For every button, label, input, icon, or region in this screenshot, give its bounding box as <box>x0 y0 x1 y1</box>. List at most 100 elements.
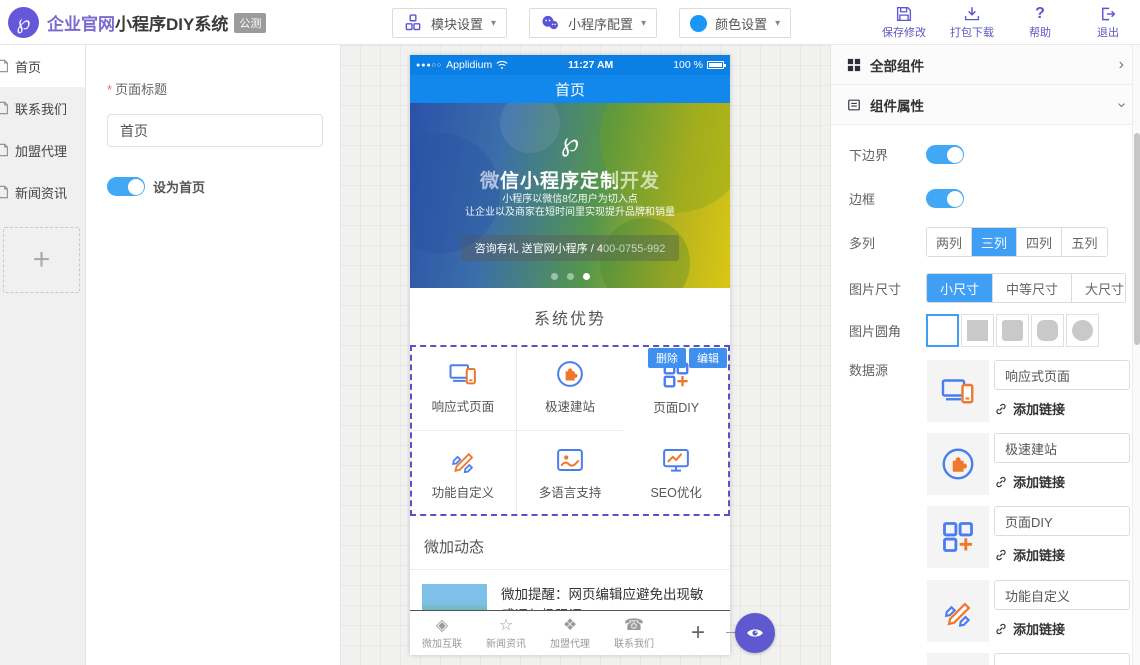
radius-option-4[interactable] <box>1066 314 1099 347</box>
page-settings-panel: *页面标题 设为首页 <box>87 45 340 665</box>
feature-cell-custom[interactable]: 功能自定义 <box>410 431 517 517</box>
preview-eye-button[interactable] <box>735 613 775 653</box>
module-settings-button[interactable]: 模块设置 ▾ <box>392 8 507 38</box>
tab-contact[interactable]: ☎ 联系我们 <box>602 611 666 655</box>
caret-down-icon: ▾ <box>775 18 780 29</box>
wifi-icon <box>496 60 508 70</box>
download-button[interactable]: 打包下载 <box>946 5 998 40</box>
radius-option-1[interactable] <box>961 314 994 347</box>
banner-slide[interactable]: ℘ 微信小程序定制开发 小程序以微信8亿用户为切入点 让企业以及商家在短时间里实… <box>410 103 730 288</box>
feature-cell-responsive[interactable]: 响应式页面 <box>410 345 517 431</box>
columns-option-3-selected[interactable]: 三列 <box>972 228 1017 256</box>
app-header: ℘ 企业官网小程序DIY系统公测 模块设置 ▾ 小程序配置 ▾ 颜色设置 ▾ 保… <box>0 0 1140 45</box>
size-option-large[interactable]: 大尺寸 <box>1072 274 1126 302</box>
add-link-button[interactable]: 添加链接 <box>994 472 1130 491</box>
datasource-title-input[interactable] <box>994 506 1130 536</box>
radius-option-2[interactable] <box>996 314 1029 347</box>
border-toggle[interactable] <box>926 189 964 208</box>
pagination-dot-active[interactable] <box>583 273 590 280</box>
sidebar-item-agency[interactable]: 加盟代理 <box>0 129 85 171</box>
custom-function-icon <box>448 445 478 475</box>
phone-status-bar: ●●●○○ Applidium 11:27 AM 100 % <box>410 55 730 75</box>
exit-button[interactable]: 退出 <box>1082 5 1134 40</box>
add-page-button[interactable]: + <box>3 227 80 293</box>
size-option-medium[interactable]: 中等尺寸 <box>993 274 1072 302</box>
beta-badge: 公测 <box>234 13 266 33</box>
tab-agency[interactable]: ❖ 加盟代理 <box>538 611 602 655</box>
feature-cell-language[interactable]: 多语言支持 <box>517 431 624 517</box>
datasource-thumb[interactable] <box>927 360 989 422</box>
header-actions: 保存修改 打包下载 ? 帮助 退出 <box>878 5 1134 40</box>
miniapp-config-button[interactable]: 小程序配置 ▾ <box>529 8 657 38</box>
news-section-title: 微加动态 <box>410 523 730 570</box>
color-swatch-icon <box>690 15 707 32</box>
page-title-input[interactable] <box>107 114 323 147</box>
datasource-title-input[interactable] <box>994 360 1130 390</box>
pagination-dot[interactable] <box>551 273 558 280</box>
color-settings-button[interactable]: 颜色设置 ▾ <box>679 8 791 38</box>
component-props-header[interactable]: 组件属性 › <box>831 85 1140 125</box>
plus-icon: + <box>33 243 51 277</box>
edit-component-button[interactable]: 编辑 <box>689 348 727 368</box>
feature-grid-component-selected[interactable]: 删除 编辑 响应式页面 极速建站 页面DIY 功能自定义 多语言支持 SEO优化 <box>410 345 730 516</box>
columns-row: 多列 两列 三列 四列 五列 <box>849 227 1126 257</box>
tab-weijia[interactable]: ◈ 微加互联 <box>410 611 474 655</box>
save-button[interactable]: 保存修改 <box>878 5 930 40</box>
page-icon <box>0 185 10 199</box>
image-radius-row: 图片圆角 <box>849 314 1126 347</box>
tab-add-button[interactable]: + <box>666 611 730 655</box>
responsive-page-icon <box>448 359 478 389</box>
link-icon <box>994 548 1008 562</box>
feature-cell-seo[interactable]: SEO优化 <box>623 431 730 517</box>
sidebar-item-home[interactable]: 首页 <box>0 45 85 87</box>
datasource-title-input[interactable] <box>994 433 1130 463</box>
border-row: 边框 <box>849 189 1126 208</box>
help-button[interactable]: ? 帮助 <box>1014 5 1066 40</box>
delete-component-button[interactable]: 删除 <box>648 348 686 368</box>
set-home-toggle[interactable] <box>107 177 145 196</box>
datasource-title-input[interactable] <box>994 580 1130 610</box>
feature-cell-speed[interactable]: 极速建站 <box>517 345 624 431</box>
bottom-border-toggle[interactable] <box>926 145 964 164</box>
datasource-thumb[interactable] <box>927 506 989 568</box>
sidebar-item-news[interactable]: 新闻资讯 <box>0 171 85 213</box>
advantages-section-title: 系统优势 <box>410 288 730 345</box>
add-link-button[interactable]: 添加链接 <box>994 619 1130 638</box>
inspector-panel: 全部组件 › 组件属性 › 下边界 边框 多列 两列 三列 四列 五列 图片尺寸… <box>830 45 1140 665</box>
status-time: 11:27 AM <box>512 59 669 71</box>
columns-option-4[interactable]: 四列 <box>1017 228 1062 256</box>
diamonds-icon: ❖ <box>563 617 577 635</box>
banner-pagination <box>410 273 730 280</box>
fast-build-icon <box>940 446 976 482</box>
datasource-thumb[interactable] <box>927 580 989 642</box>
size-option-small-selected[interactable]: 小尺寸 <box>927 274 993 302</box>
header-toolbar: 模块设置 ▾ 小程序配置 ▾ 颜色设置 ▾ <box>392 8 791 38</box>
interlink-icon: ◈ <box>436 617 448 635</box>
columns-option-5[interactable]: 五列 <box>1062 228 1107 256</box>
caret-down-icon: ▾ <box>491 18 496 29</box>
custom-function-icon <box>940 593 976 629</box>
all-components-header[interactable]: 全部组件 › <box>831 45 1140 85</box>
datasource-thumb[interactable] <box>927 433 989 495</box>
image-radius-options <box>926 314 1099 347</box>
panel-scrollbar[interactable] <box>1132 45 1140 665</box>
link-icon <box>994 622 1008 636</box>
columns-option-2[interactable]: 两列 <box>927 228 972 256</box>
caret-down-icon: ▾ <box>641 18 646 29</box>
fast-build-icon <box>555 359 585 389</box>
chevron-down-icon: › <box>1112 102 1130 107</box>
tab-news[interactable]: ☆ 新闻资讯 <box>474 611 538 655</box>
add-link-button[interactable]: 添加链接 <box>994 545 1130 564</box>
battery-percent: 100 % <box>673 59 703 71</box>
pagination-dot[interactable] <box>567 273 574 280</box>
page-icon <box>0 101 10 115</box>
sidebar-item-contact[interactable]: 联系我们 <box>0 87 85 129</box>
radius-option-3[interactable] <box>1031 314 1064 347</box>
phone-icon: ☎ <box>624 617 644 635</box>
datasource-title-input[interactable] <box>994 653 1130 665</box>
radius-option-0-selected[interactable] <box>926 314 959 347</box>
datasource-thumb[interactable] <box>927 653 989 665</box>
add-link-button[interactable]: 添加链接 <box>994 399 1130 418</box>
scrollbar-thumb[interactable] <box>1134 133 1140 345</box>
app-logo-icon: ℘ <box>8 7 39 38</box>
